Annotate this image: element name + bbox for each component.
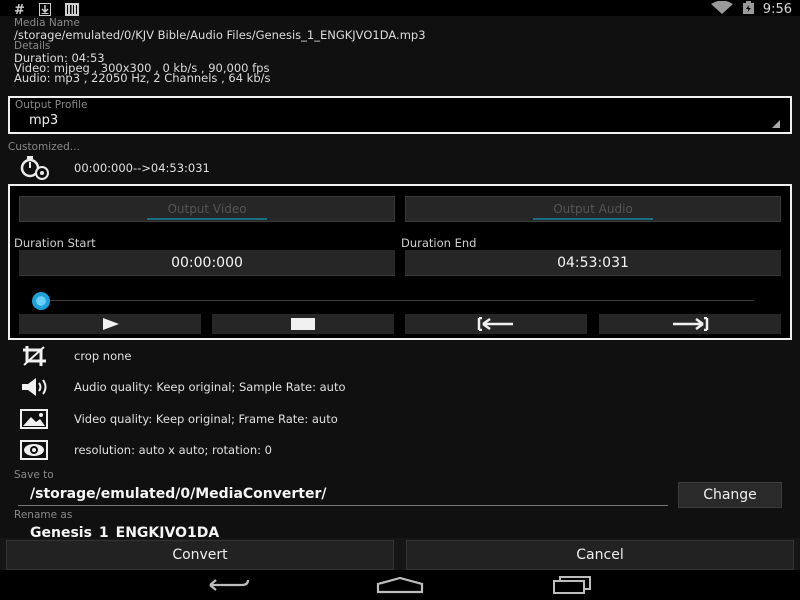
play-button[interactable] xyxy=(19,314,201,334)
audio-quality-option[interactable]: Audio quality: Keep original; Sample Rat… xyxy=(20,376,780,398)
duration-start-label: Duration Start xyxy=(14,236,96,250)
tab-underline xyxy=(533,218,653,220)
media-converter-screen: Media Name /storage/emulated/0/KJV Bible… xyxy=(0,16,800,570)
play-icon xyxy=(103,318,119,330)
image-icon xyxy=(20,408,60,430)
duration-end-label: Duration End xyxy=(401,236,477,250)
status-bar: # 9:56 xyxy=(0,0,800,17)
dropdown-arrow-icon xyxy=(772,120,780,128)
tab-output-audio-label: Output Audio xyxy=(553,202,633,216)
home-icon xyxy=(376,576,424,594)
output-profile-spinner[interactable]: Output Profile mp3 xyxy=(8,96,792,134)
save-to-label: Save to xyxy=(14,469,54,481)
customized-label: Customized... xyxy=(8,141,80,153)
eye-icon xyxy=(20,439,60,461)
stopwatch-icon[interactable] xyxy=(18,156,54,180)
rename-label: Rename as xyxy=(14,509,73,521)
convert-button[interactable]: Convert xyxy=(6,540,394,570)
speaker-icon xyxy=(20,376,60,398)
media-path: /storage/emulated/0/KJV Bible/Audio File… xyxy=(14,28,426,42)
set-start-button[interactable] xyxy=(405,314,587,334)
action-bar: Convert Cancel xyxy=(0,538,800,570)
mark-start-icon xyxy=(477,317,513,331)
crop-option[interactable]: crop none xyxy=(20,345,780,367)
navigation-bar xyxy=(0,570,800,600)
seek-bar[interactable] xyxy=(50,300,754,301)
tab-underline xyxy=(147,218,267,220)
back-button[interactable] xyxy=(198,573,258,597)
trim-editor-panel: Output Video Output Audio Duration Start… xyxy=(8,184,792,340)
mark-end-icon xyxy=(673,317,709,331)
change-button[interactable]: Change xyxy=(678,482,782,508)
tab-output-video-label: Output Video xyxy=(167,202,247,216)
tab-output-video[interactable]: Output Video xyxy=(19,196,395,222)
crop-text: crop none xyxy=(74,349,132,363)
resolution-option[interactable]: resolution: auto x auto; rotation: 0 xyxy=(20,439,780,461)
video-quality-text: Video quality: Keep original; Frame Rate… xyxy=(74,412,338,426)
duration-start-field[interactable]: 00:00:000 xyxy=(19,250,395,276)
back-icon xyxy=(209,579,250,591)
crop-icon xyxy=(20,345,60,367)
audio-quality-text: Audio quality: Keep original; Sample Rat… xyxy=(74,380,346,394)
video-quality-option[interactable]: Video quality: Keep original; Frame Rate… xyxy=(20,408,780,430)
recents-button[interactable] xyxy=(542,573,602,597)
seek-thumb[interactable] xyxy=(32,292,50,310)
resolution-text: resolution: auto x auto; rotation: 0 xyxy=(74,443,272,457)
save-to-path-field[interactable]: /storage/emulated/0/MediaConverter/ xyxy=(18,482,668,506)
home-button[interactable] xyxy=(370,573,430,597)
output-profile-label: Output Profile xyxy=(15,99,88,111)
set-end-button[interactable] xyxy=(599,314,781,334)
time-range: 00:00:000-->04:53:031 xyxy=(74,161,210,175)
cancel-button[interactable]: Cancel xyxy=(406,540,794,570)
output-profile-value: mp3 xyxy=(29,113,59,128)
recents-icon xyxy=(553,576,591,594)
duration-end-field[interactable]: 04:53:031 xyxy=(405,250,781,276)
stop-icon xyxy=(291,318,315,330)
tab-output-audio[interactable]: Output Audio xyxy=(405,196,781,222)
audio-detail: Audio: mp3 , 22050 Hz, 2 Channels , 64 k… xyxy=(14,71,271,85)
stop-button[interactable] xyxy=(212,314,394,334)
